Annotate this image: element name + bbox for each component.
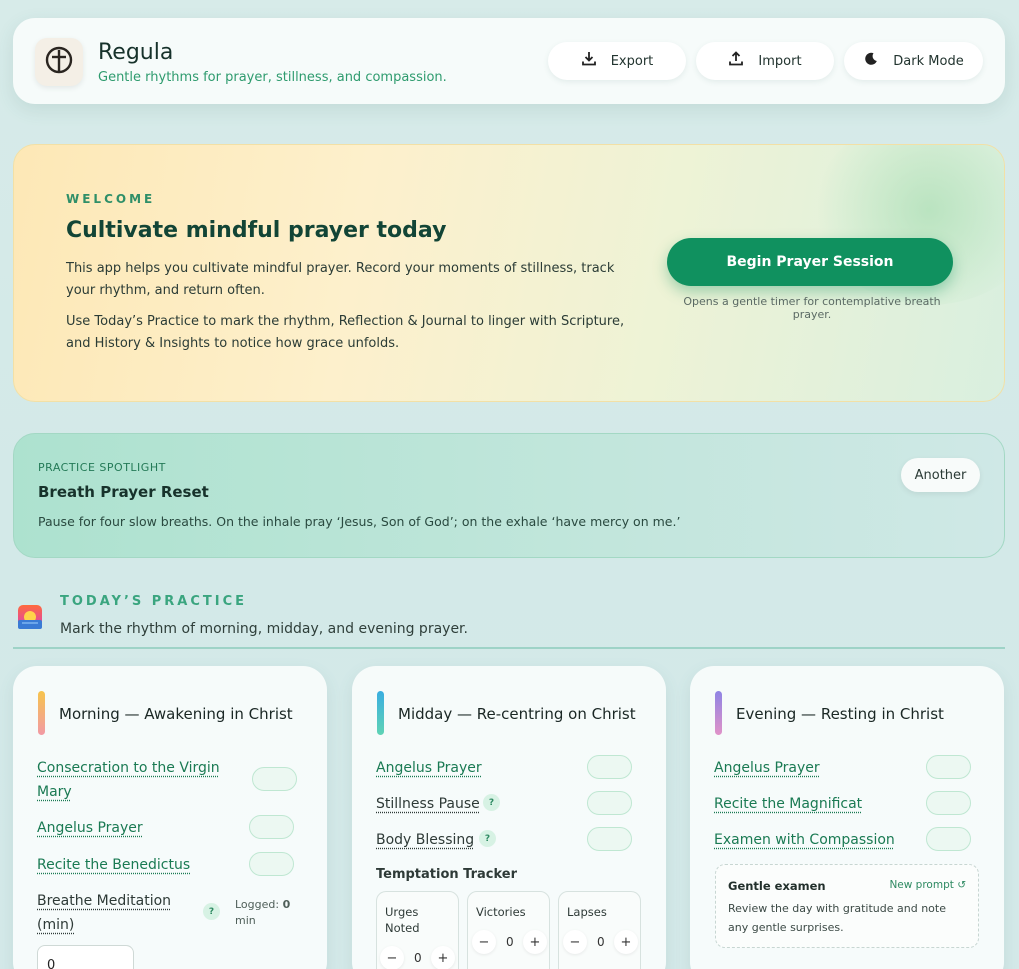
decrement-button[interactable]: −: [563, 930, 587, 954]
morning-item-benedictus[interactable]: Recite the Benedictus: [37, 853, 190, 877]
evening-item-angelus[interactable]: Angelus Prayer: [714, 756, 820, 780]
new-prompt-button[interactable]: New prompt ↺: [889, 879, 966, 891]
counter-label: Victories: [476, 904, 526, 920]
increment-button[interactable]: +: [614, 930, 638, 954]
help-icon[interactable]: ?: [203, 903, 220, 920]
logged-unit: min: [235, 914, 256, 927]
morning-toggle-benedictus[interactable]: [249, 852, 294, 876]
todays-practice-subtitle: Mark the rhythm of morning, midday, and …: [60, 621, 468, 637]
cross-circle-icon: [44, 45, 74, 79]
evening-card: Evening — Resting in Christ Angelus Pray…: [690, 666, 1004, 969]
welcome-paragraph-2: Use Today’s Practice to mark the rhythm,…: [66, 311, 636, 355]
midday-toggle-body-blessing[interactable]: [587, 827, 632, 851]
decrement-button[interactable]: −: [380, 946, 404, 969]
increment-button[interactable]: +: [431, 946, 455, 969]
evening-toggle-magnificat[interactable]: [926, 791, 971, 815]
welcome-hero: WELCOME Cultivate mindful prayer today T…: [13, 144, 1005, 402]
counter-value: 0: [597, 935, 605, 949]
midday-accent: [377, 691, 384, 735]
app-logo: [35, 38, 83, 86]
welcome-eyebrow: WELCOME: [66, 192, 155, 206]
sunrise-icon: [17, 604, 43, 630]
decrement-button[interactable]: −: [472, 930, 496, 954]
increment-button[interactable]: +: [523, 930, 547, 954]
gentle-examen-box: Gentle examen New prompt ↺ Review the da…: [715, 864, 979, 948]
spotlight-eyebrow: PRACTICE SPOTLIGHT: [38, 461, 166, 474]
import-label: Import: [758, 54, 801, 69]
morning-card: Morning — Awakening in Christ Consecrati…: [13, 666, 327, 969]
midday-toggle-angelus[interactable]: [587, 755, 632, 779]
midday-item-stillness[interactable]: Stillness Pause: [376, 792, 480, 816]
begin-prayer-session-button[interactable]: Begin Prayer Session: [667, 238, 953, 286]
midday-toggle-stillness[interactable]: [587, 791, 632, 815]
spotlight-title: Breath Prayer Reset: [38, 483, 209, 501]
export-label: Export: [611, 54, 654, 69]
another-spotlight-button[interactable]: Another: [901, 458, 980, 492]
moon-icon: [863, 51, 879, 71]
midday-card: Midday — Re-centring on Christ Angelus P…: [352, 666, 666, 969]
morning-title: Morning — Awakening in Christ: [59, 705, 293, 723]
counter-label: Lapses: [567, 904, 607, 920]
morning-item-angelus[interactable]: Angelus Prayer: [37, 816, 143, 840]
examen-text: Review the day with gratitude and note a…: [728, 899, 968, 937]
meditation-minutes-input[interactable]: [37, 945, 134, 969]
app-subtitle: Gentle rhythms for prayer, stillness, an…: [98, 70, 447, 85]
counter-label: Urges Noted: [385, 904, 435, 936]
midday-title: Midday — Re-centring on Christ: [398, 705, 636, 723]
app-title: Regula: [98, 40, 173, 65]
dark-mode-button[interactable]: Dark Mode: [844, 42, 983, 80]
dark-mode-label: Dark Mode: [893, 54, 963, 69]
app-header: Regula Gentle rhythms for prayer, stilln…: [13, 18, 1005, 104]
help-icon[interactable]: ?: [479, 830, 496, 847]
export-button[interactable]: Export: [548, 42, 686, 80]
morning-toggle-angelus[interactable]: [249, 815, 294, 839]
evening-item-examen[interactable]: Examen with Compassion: [714, 828, 895, 852]
practice-spotlight: PRACTICE SPOTLIGHT Breath Prayer Reset P…: [13, 433, 1005, 558]
counter-urges: Urges Noted − 0 +: [376, 891, 459, 969]
morning-accent: [38, 691, 45, 735]
evening-item-magnificat[interactable]: Recite the Magnificat: [714, 792, 862, 816]
morning-item-meditation[interactable]: Breathe Meditation (min): [37, 889, 187, 937]
evening-accent: [715, 691, 722, 735]
midday-item-body-blessing[interactable]: Body Blessing: [376, 828, 474, 852]
logged-value: 0: [283, 898, 291, 911]
begin-session-note: Opens a gentle timer for contemplative b…: [667, 295, 957, 321]
temptation-tracker-title: Temptation Tracker: [376, 867, 517, 882]
examen-title: Gentle examen: [728, 879, 826, 893]
evening-title: Evening — Resting in Christ: [736, 705, 944, 723]
upload-icon: [728, 51, 744, 71]
evening-toggle-angelus[interactable]: [926, 755, 971, 779]
meditation-logged: Logged: 0 min: [235, 897, 290, 929]
midday-item-angelus[interactable]: Angelus Prayer: [376, 756, 482, 780]
spotlight-text: Pause for four slow breaths. On the inha…: [38, 514, 680, 529]
import-button[interactable]: Import: [696, 42, 834, 80]
morning-item-consecration[interactable]: Consecration to the Virgin Mary: [37, 756, 237, 804]
download-icon: [581, 51, 597, 71]
section-divider: [13, 647, 1005, 649]
welcome-paragraph-1: This app helps you cultivate mindful pra…: [66, 258, 636, 302]
counter-victories: Victories − 0 +: [467, 891, 550, 969]
counter-value: 0: [506, 935, 514, 949]
evening-toggle-examen[interactable]: [926, 827, 971, 851]
welcome-title: Cultivate mindful prayer today: [66, 218, 446, 243]
morning-toggle-consecration[interactable]: [252, 767, 297, 791]
counter-value: 0: [414, 951, 422, 965]
todays-practice-eyebrow: TODAY’S PRACTICE: [60, 594, 247, 609]
help-icon[interactable]: ?: [483, 794, 500, 811]
counter-lapses: Lapses − 0 +: [558, 891, 641, 969]
logged-prefix: Logged:: [235, 898, 279, 911]
